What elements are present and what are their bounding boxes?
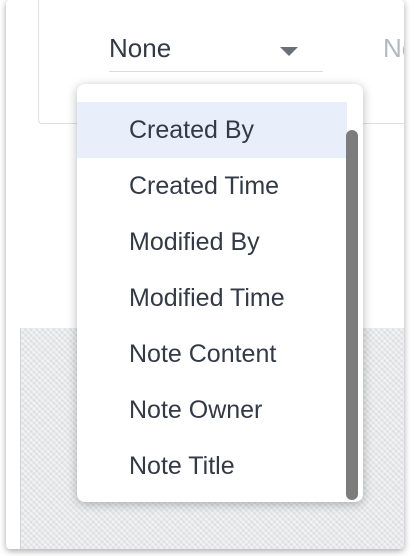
dropdown-option-modified-time[interactable]: Modified Time xyxy=(77,270,347,326)
dropdown-scrollbar[interactable] xyxy=(346,130,358,500)
field-select[interactable]: None xyxy=(109,31,171,65)
dropdown-option-created-time[interactable]: Created Time xyxy=(77,158,347,214)
second-select[interactable]: Nor xyxy=(383,31,404,65)
dropdown-option-created-by[interactable]: Created By xyxy=(77,102,347,158)
background-divider xyxy=(20,328,21,549)
dropdown-option-note-content[interactable]: Note Content xyxy=(77,326,347,382)
dropdown-scrollbar-thumb[interactable] xyxy=(346,130,358,500)
chevron-down-icon[interactable] xyxy=(280,47,298,56)
dropdown-option-note-owner[interactable]: Note Owner xyxy=(77,382,347,438)
screenshot-frame: None Nor Created By Created Time Modifie… xyxy=(6,0,404,549)
dropdown-option-note-title[interactable]: Note Title xyxy=(77,438,347,494)
field-select-underline xyxy=(109,71,323,72)
field-dropdown-menu: Created By Created Time Modified By Modi… xyxy=(77,84,363,502)
dropdown-option-modified-by[interactable]: Modified By xyxy=(77,214,347,270)
